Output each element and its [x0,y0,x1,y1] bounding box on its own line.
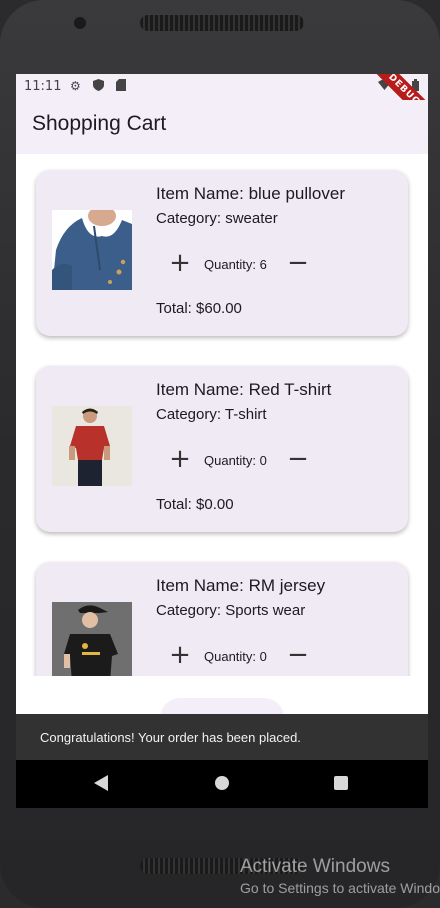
watermark-subtitle: Go to Settings to activate Windows. [240,880,440,896]
snackbar-message: Congratulations! Your order has been pla… [40,730,301,745]
shield-icon [93,79,104,94]
item-quantity: Quantity: 0 [204,453,267,468]
remove-icon[interactable]: − [286,250,310,276]
watermark-title: Activate Windows [240,856,390,877]
item-name: Item Name: RM jersey [156,576,326,595]
remove-icon[interactable]: − [286,642,310,668]
page-title: Shopping Cart [32,112,167,135]
item-category: Category: sweater [156,210,278,227]
item-name: Item Name: Red T-shirt [156,380,332,399]
app-screen: 11:11 ⚙ DEBUG Shopping Cart Item Name: b… [16,74,428,808]
cart-item-card[interactable]: Item Name: blue pullover Category: sweat… [36,170,408,336]
app-bar: Shopping Cart [16,100,428,154]
item-category: Category: T-shirt [156,406,267,423]
item-category: Category: Sports wear [156,602,306,619]
front-camera [74,17,86,29]
cart-item-card[interactable]: Item Name: Red T-shirt Category: T-shirt… [36,366,408,532]
snackbar: Congratulations! Your order has been pla… [16,714,428,760]
item-quantity: Quantity: 0 [204,649,267,664]
add-icon[interactable]: + [168,446,192,472]
status-bar: 11:11 ⚙ DEBUG [16,74,428,130]
status-time: 11:11 [24,79,62,94]
add-icon[interactable]: + [168,642,192,668]
earpiece-speaker [140,15,304,31]
item-total: Total: $60.00 [156,300,242,317]
back-icon[interactable] [94,775,108,791]
product-image-blue-pullover [52,210,132,290]
item-total: Total: $0.00 [156,496,234,513]
device-frame: 11:11 ⚙ DEBUG Shopping Cart Item Name: b… [0,0,440,908]
sd-card-icon [116,79,126,94]
home-icon[interactable] [215,776,229,790]
cart-list[interactable]: Item Name: blue pullover Category: sweat… [16,154,428,676]
remove-icon[interactable]: − [286,446,310,472]
item-quantity: Quantity: 6 [204,257,267,272]
recent-apps-icon[interactable] [334,776,348,790]
settings-icon: ⚙ [70,79,81,93]
product-image-red-tshirt [52,406,132,486]
windows-activation-watermark: Activate Windows Go to Settings to activ… [240,856,440,896]
system-nav-bar [16,760,428,808]
product-image-rm-jersey [52,602,132,676]
item-name: Item Name: blue pullover [156,184,345,203]
add-icon[interactable]: + [168,250,192,276]
cart-item-card[interactable]: Item Name: RM jersey Category: Sports we… [36,562,408,676]
